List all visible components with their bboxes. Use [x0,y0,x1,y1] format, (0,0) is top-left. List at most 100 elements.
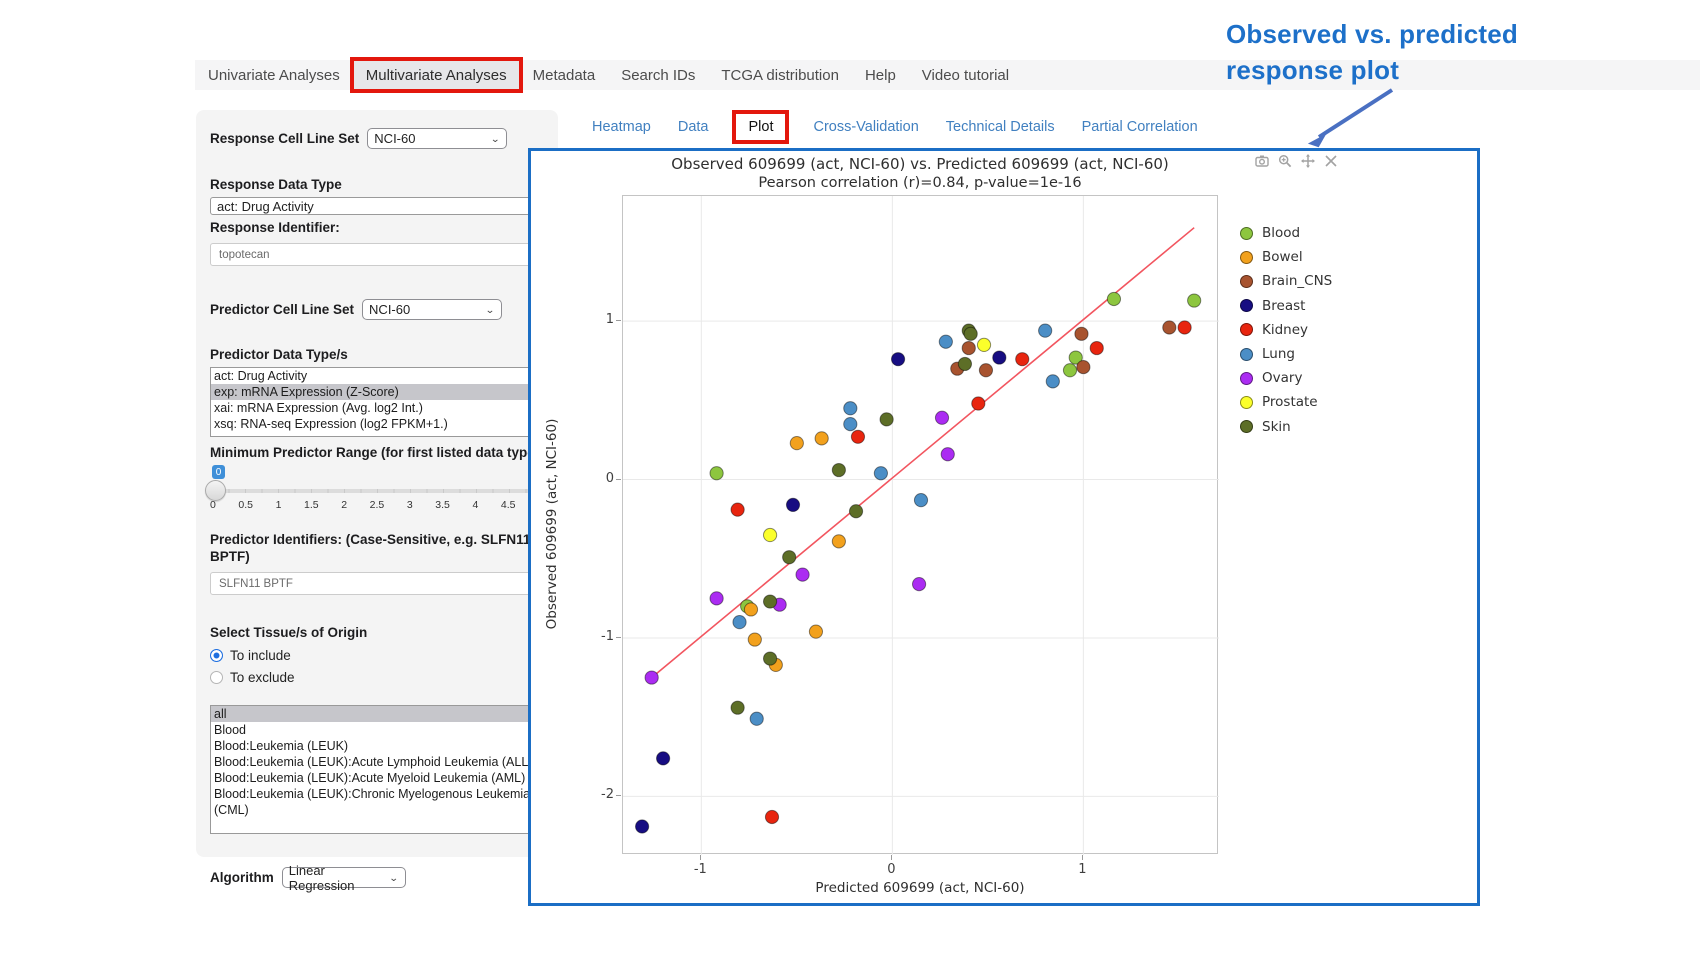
scatter-point-lung[interactable] [844,402,857,415]
scatter-point-bowel[interactable] [815,432,828,445]
scatter-point-brain-cns[interactable] [1077,360,1090,373]
legend-item-skin[interactable]: Skin [1240,415,1332,439]
scatter-point-lung[interactable] [733,616,746,629]
scatter-point-skin[interactable] [832,463,845,476]
scatter-point-skin[interactable] [880,413,893,426]
list-option-xai-mrna-expression-avg-log2-int[interactable]: xai: mRNA Expression (Avg. log2 Int.) [211,400,543,416]
scatter-point-skin[interactable] [958,357,971,370]
legend-item-lung[interactable]: Lung [1240,342,1332,366]
scatter-point-bowel[interactable] [790,437,803,450]
scatter-point-brain-cns[interactable] [1163,321,1176,334]
response-identifier-input[interactable]: topotecan [210,243,544,266]
reset-axes-icon[interactable] [1324,154,1338,168]
scatter-point-ovary[interactable] [710,592,723,605]
scatter-point-skin[interactable] [964,327,977,340]
predictor-cell-line-set-select[interactable]: NCI-60 ⌄ [362,299,502,320]
radio-to-exclude[interactable]: To exclude [210,670,544,685]
algorithm-select[interactable]: Linear Regression ⌄ [282,867,406,888]
scatter-point-kidney[interactable] [765,810,778,823]
scatter-point-blood[interactable] [1107,292,1120,305]
response-data-type-select[interactable]: act: Drug Activity ⌄ [210,197,544,215]
scatter-point-prostate[interactable] [977,338,990,351]
tab-data[interactable]: Data [678,119,709,135]
response-cell-line-set-select[interactable]: NCI-60 ⌄ [367,128,507,149]
scatter-point-blood[interactable] [710,467,723,480]
tab-plot[interactable]: Plot [735,113,786,141]
scatter-point-skin[interactable] [849,505,862,518]
scatter-point-blood[interactable] [1063,364,1076,377]
scatter-point-ovary[interactable] [912,578,925,591]
scatter-point-ovary[interactable] [941,448,954,461]
scatter-point-breast[interactable] [993,351,1006,364]
scatter-point-lung[interactable] [1039,324,1052,337]
list-option-act-drug-activity[interactable]: act: Drug Activity [211,368,543,384]
legend-item-prostate[interactable]: Prostate [1240,390,1332,414]
list-option-exp-mrna-expression-z-score[interactable]: exp: mRNA Expression (Z-Score) [211,384,543,400]
scatter-point-prostate[interactable] [763,528,776,541]
tab-technical-details[interactable]: Technical Details [946,119,1055,135]
nav-item-metadata[interactable]: Metadata [520,60,609,90]
list-option-all[interactable]: all [211,706,543,722]
zoom-in-icon[interactable] [1278,154,1292,168]
scatter-point-breast[interactable] [657,752,670,765]
list-option-xsq-rna-seq-expression-log2-fpkm-1[interactable]: xsq: RNA-seq Expression (log2 FPKM+1.) [211,416,543,432]
nav-item-tcga-distribution[interactable]: TCGA distribution [708,60,852,90]
scatter-point-brain-cns[interactable] [979,364,992,377]
radio-button-icon[interactable] [210,649,223,662]
scatter-point-lung[interactable] [750,712,763,725]
tissue-origin-listbox[interactable]: allBloodBlood:Leukemia (LEUK)Blood:Leuke… [210,705,544,834]
scatter-point-kidney[interactable] [731,503,744,516]
scatter-point-ovary[interactable] [796,568,809,581]
predictor-data-types-listbox[interactable]: act: Drug Activityexp: mRNA Expression (… [210,367,544,437]
camera-icon[interactable] [1255,154,1269,168]
scatter-point-bowel[interactable] [748,633,761,646]
legend-item-kidney[interactable]: Kidney [1240,318,1332,342]
scatter-point-breast[interactable] [891,353,904,366]
nav-item-univariate-analyses[interactable]: Univariate Analyses [195,60,353,90]
scatter-point-skin[interactable] [731,701,744,714]
scatter-point-brain-cns[interactable] [1075,327,1088,340]
radio-to-include[interactable]: To include [210,648,544,663]
scatter-point-lung[interactable] [844,418,857,431]
scatter-point-bowel[interactable] [744,603,757,616]
tab-heatmap[interactable]: Heatmap [592,119,651,135]
scatter-point-lung[interactable] [1046,375,1059,388]
legend-item-brain-cns[interactable]: Brain_CNS [1240,269,1332,293]
legend-item-ovary[interactable]: Ovary [1240,366,1332,390]
list-option-blood[interactable]: Blood [211,722,543,738]
list-option-blood-leukemia-leuk[interactable]: Blood:Leukemia (LEUK) [211,738,543,754]
radio-button-icon[interactable] [210,671,223,684]
legend-item-breast[interactable]: Breast [1240,294,1332,318]
list-option-blood-leukemia-leuk-acute-lymphoid-leukemia-all[interactable]: Blood:Leukemia (LEUK):Acute Lymphoid Leu… [211,754,543,770]
legend-item-blood[interactable]: Blood [1240,221,1332,245]
tab-partial-correlation[interactable]: Partial Correlation [1082,119,1198,135]
scatter-point-kidney[interactable] [972,397,985,410]
scatter-point-ovary[interactable] [645,671,658,684]
slider-track[interactable] [212,489,542,493]
scatter-point-lung[interactable] [914,494,927,507]
predictor-identifiers-input[interactable]: SLFN11 BPTF [210,572,544,595]
list-option-blood-leukemia-leuk-acute-myeloid-leukemia-aml[interactable]: Blood:Leukemia (LEUK):Acute Myeloid Leuk… [211,770,543,786]
scatter-point-skin[interactable] [763,652,776,665]
nav-item-video-tutorial[interactable]: Video tutorial [909,60,1022,90]
nav-item-help[interactable]: Help [852,60,909,90]
slider-handle[interactable] [205,480,226,501]
scatter-point-kidney[interactable] [851,430,864,443]
scatter-point-ovary[interactable] [935,411,948,424]
nav-item-multivariate-analyses[interactable]: Multivariate Analyses [353,60,520,90]
scatter-point-lung[interactable] [874,467,887,480]
pan-icon[interactable] [1301,154,1315,168]
scatter-point-kidney[interactable] [1090,341,1103,354]
scatter-point-skin[interactable] [763,595,776,608]
list-option-blood-leukemia-leuk-chronic-myelogenous-leukemia-cml[interactable]: Blood:Leukemia (LEUK):Chronic Myelogenou… [211,786,543,818]
scatter-point-bowel[interactable] [809,625,822,638]
scatter-point-breast[interactable] [786,498,799,511]
tab-cross-validation[interactable]: Cross-Validation [813,119,918,135]
scatter-point-bowel[interactable] [832,535,845,548]
scatter-point-breast[interactable] [636,820,649,833]
scatter-point-kidney[interactable] [1016,353,1029,366]
scatter-point-blood[interactable] [1188,294,1201,307]
nav-item-search-ids[interactable]: Search IDs [608,60,708,90]
scatter-point-lung[interactable] [939,335,952,348]
scatter-point-skin[interactable] [783,551,796,564]
